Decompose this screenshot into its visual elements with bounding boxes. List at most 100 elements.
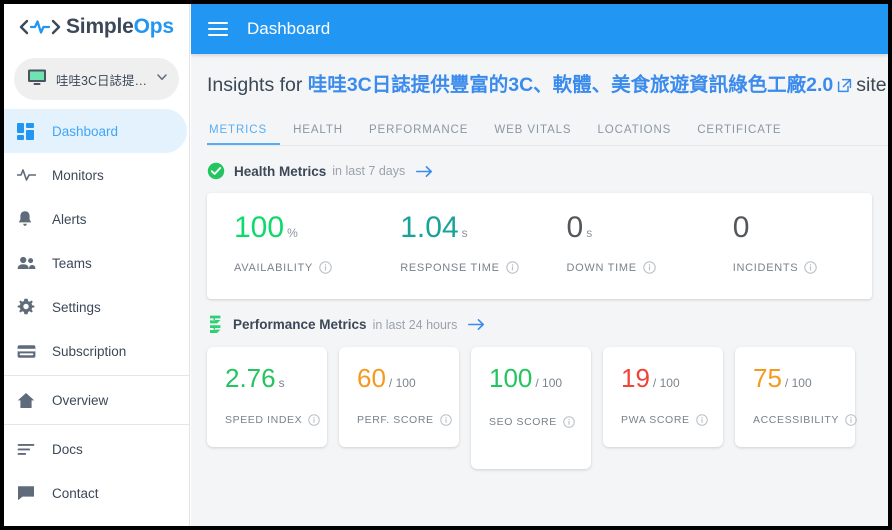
sidebar-item-label: Contact xyxy=(52,485,99,501)
sidebar-item-dashboard[interactable]: Dashboard xyxy=(4,109,187,153)
metric-label-row: INCIDENTS xyxy=(732,261,872,275)
hamburger-menu-icon[interactable] xyxy=(208,18,228,40)
tab-performance[interactable]: PERFORMANCE xyxy=(356,124,481,145)
sidebar-item-label: Settings xyxy=(52,299,101,315)
main-area: Dashboard Insights for 哇哇3C日誌提供豐富的3C、軟體、… xyxy=(191,4,888,526)
metric-value: 0 xyxy=(566,211,584,245)
site-selector-dropdown[interactable]: 哇哇3C日誌提… xyxy=(14,58,179,100)
brand-name-part2: Ops xyxy=(133,15,174,38)
metric-value: 1.04 xyxy=(400,211,459,245)
metrics-tabs: METRICS HEALTH PERFORMANCE WEB VITALS LO… xyxy=(207,113,888,147)
content-scroll-area: Insights for 哇哇3C日誌提供豐富的3C、軟體、美食旅遊資訊綠色工廠… xyxy=(191,54,888,470)
brand-logo[interactable]: SimpleOps xyxy=(4,4,189,50)
sidebar-divider xyxy=(4,375,189,376)
tab-metrics[interactable]: METRICS xyxy=(207,124,281,146)
topbar-title: Dashboard xyxy=(247,19,331,38)
info-icon[interactable] xyxy=(319,261,332,275)
perf-denominator: / 100 xyxy=(535,376,563,391)
arrow-right-icon[interactable] xyxy=(416,165,433,178)
people-icon xyxy=(17,256,43,270)
bell-icon xyxy=(17,210,43,228)
sidebar: SimpleOps 哇哇3C日誌提… Dashboard Monitors Al… xyxy=(4,4,190,526)
activity-pulse-icon xyxy=(17,168,43,182)
performance-metrics-header: Performance Metrics in last 24 hours xyxy=(207,315,888,334)
perf-value: 75 xyxy=(753,363,782,394)
document-lines-icon xyxy=(17,443,43,456)
arrow-right-icon[interactable] xyxy=(468,318,485,331)
perf-value-row: 75/ 100 xyxy=(753,363,855,394)
brand-name-part1: Simple xyxy=(66,15,134,38)
perf-label: ACCESSIBILITY xyxy=(753,414,839,427)
perf-label-row: SPEED INDEX xyxy=(225,414,327,426)
perf-value-row: 100/ 100 xyxy=(489,363,591,394)
performance-metrics-title: Performance Metrics xyxy=(233,317,367,333)
perf-label-row: SEO SCORE xyxy=(489,416,591,428)
metric-unit: % xyxy=(287,226,298,241)
perf-value-row: 2.76 s xyxy=(225,363,327,394)
sidebar-item-subscription[interactable]: Subscription xyxy=(4,329,189,373)
health-metrics-card: 100% AVAILABILITY 1.04 s RESPONSE TIME 0… xyxy=(207,193,872,300)
metric-unit: s xyxy=(461,226,468,241)
sidebar-item-docs[interactable]: Docs xyxy=(4,427,189,471)
perf-card-speed-index: 2.76 s SPEED INDEX xyxy=(207,347,327,448)
metric-value-row: 100% xyxy=(234,213,373,243)
perf-value-row: 60/ 100 xyxy=(357,363,459,394)
metric-label: AVAILABILITY xyxy=(234,261,313,274)
perf-card-accessibility: 75/ 100 ACCESSIBILITY xyxy=(735,347,857,448)
browser-viewport: SimpleOps 哇哇3C日誌提… Dashboard Monitors Al… xyxy=(0,0,892,530)
metric-unit: s xyxy=(586,226,593,241)
info-icon[interactable] xyxy=(439,414,452,427)
metric-label: DOWN TIME xyxy=(566,261,637,274)
tab-locations[interactable]: LOCATIONS xyxy=(585,124,685,145)
tab-certificate[interactable]: CERTIFICATE xyxy=(684,124,794,145)
metric-value-row: 0 xyxy=(733,213,872,243)
health-metrics-title: Health Metrics xyxy=(234,163,327,179)
tab-health[interactable]: HEALTH xyxy=(280,124,356,145)
sidebar-item-settings[interactable]: Settings xyxy=(4,285,189,329)
tab-web-vitals[interactable]: WEB VITALS xyxy=(481,124,584,145)
info-icon[interactable] xyxy=(643,261,656,275)
sidebar-item-monitors[interactable]: Monitors xyxy=(4,153,189,197)
sidebar-item-overview[interactable]: Overview xyxy=(4,378,189,422)
site-name-link[interactable]: 哇哇3C日誌提供豐富的3C、軟體、美食旅遊資訊綠色工廠2.0 xyxy=(308,74,833,96)
metric-value-row: 1.04 s xyxy=(400,213,539,243)
info-icon[interactable] xyxy=(505,261,519,275)
credit-card-icon xyxy=(17,344,43,359)
page-title: Insights for 哇哇3C日誌提供豐富的3C、軟體、美食旅遊資訊綠色工廠… xyxy=(191,54,888,99)
performance-metrics-row: 2.76 s SPEED INDEX 60/ 100 PERF. SCORE 1… xyxy=(207,347,888,470)
metric-label: RESPONSE TIME xyxy=(400,261,500,274)
performance-metrics-subtitle: in last 24 hours xyxy=(372,317,458,332)
sidebar-nav: Dashboard Monitors Alerts Teams Settings… xyxy=(4,109,189,515)
metric-label: INCIDENTS xyxy=(732,261,799,274)
perf-value: 60 xyxy=(357,363,386,394)
desktop-monitor-icon xyxy=(27,68,47,91)
brand-name: SimpleOps xyxy=(66,15,174,39)
perf-card-perf-score: 60/ 100 PERF. SCORE xyxy=(339,347,459,448)
info-icon[interactable] xyxy=(563,416,575,429)
info-icon[interactable] xyxy=(804,261,818,275)
sidebar-item-label: Docs xyxy=(52,441,83,457)
sidebar-item-contact[interactable]: Contact xyxy=(4,471,189,515)
chevron-down-icon xyxy=(155,70,169,89)
perf-label: SPEED INDEX xyxy=(225,414,303,427)
sidebar-item-alerts[interactable]: Alerts xyxy=(4,197,189,241)
perf-label-row: PERF. SCORE xyxy=(357,414,459,426)
metric-down-time: 0s DOWN TIME xyxy=(540,213,706,299)
sidebar-item-label: Subscription xyxy=(52,343,127,359)
metric-value: 100 xyxy=(234,211,285,245)
info-icon[interactable] xyxy=(695,414,708,427)
perf-value: 100 xyxy=(489,363,533,394)
perf-denominator: / 100 xyxy=(784,376,812,391)
perf-label-row: ACCESSIBILITY xyxy=(753,414,857,427)
info-icon[interactable] xyxy=(845,414,857,427)
perf-denominator: / 100 xyxy=(388,376,416,391)
metric-value-row: 0s xyxy=(567,213,706,243)
external-link-icon[interactable] xyxy=(837,75,852,99)
sidebar-item-label: Monitors xyxy=(52,167,104,183)
metric-label-row: RESPONSE TIME xyxy=(400,261,539,275)
sidebar-item-teams[interactable]: Teams xyxy=(4,241,189,285)
perf-denominator: s xyxy=(278,376,285,391)
perf-value: 2.76 xyxy=(225,363,276,394)
health-metrics-header: Health Metrics in last 7 days xyxy=(207,162,888,180)
info-icon[interactable] xyxy=(308,414,320,427)
